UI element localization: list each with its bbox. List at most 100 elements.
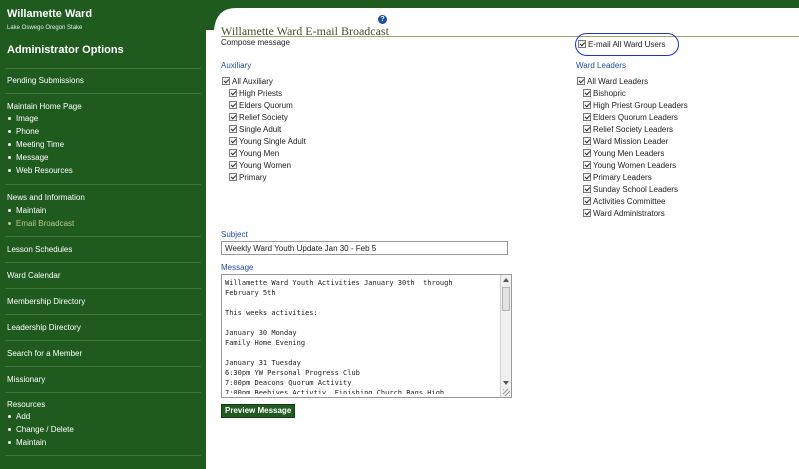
site-subtitle: Lake Oswego Oregon Stake — [7, 25, 83, 31]
preview-message-button[interactable]: Preview Message — [221, 404, 296, 418]
leaders-bishopric-checkbox[interactable]: Bishopric — [583, 88, 626, 98]
scroll-down-icon[interactable] — [503, 381, 509, 385]
sidebar-item-resources-change-delete[interactable]: Change / Delete — [7, 425, 74, 434]
leaders-ward-administrators-checkbox[interactable]: Ward Administrators — [583, 208, 665, 218]
sidebar-item-phone[interactable]: Phone — [7, 127, 39, 136]
aux-relief-society-checkbox[interactable]: Relief Society — [229, 112, 288, 122]
checkbox-checked-icon[interactable] — [583, 197, 591, 205]
leaders-activities-committee-checkbox[interactable]: Activities Committee — [583, 196, 665, 206]
sidebar-item-resources-maintain[interactable]: Maintain — [7, 438, 46, 447]
divider — [5, 236, 201, 237]
checkbox-checked-icon[interactable] — [583, 125, 591, 133]
checkbox-checked-icon[interactable] — [583, 89, 591, 97]
bullet-icon — [8, 142, 11, 146]
checkbox-checked-icon[interactable] — [578, 40, 586, 48]
sidebar: Willamette Ward Lake Oswego Oregon Stake… — [0, 0, 206, 469]
scroll-up-icon[interactable] — [503, 278, 509, 282]
checkbox-checked-icon[interactable] — [583, 113, 591, 121]
checkbox-checked-icon[interactable] — [229, 161, 237, 169]
checkbox-checked-icon[interactable] — [229, 173, 237, 181]
email-all-checkbox[interactable]: E-mail All Ward Users — [578, 39, 666, 49]
divider — [5, 184, 201, 185]
subject-label: Subject — [221, 230, 248, 239]
checkbox-checked-icon[interactable] — [577, 77, 585, 85]
bullet-icon — [8, 129, 11, 133]
aux-young-women-checkbox[interactable]: Young Women — [229, 160, 291, 170]
aux-elders-quorum-checkbox[interactable]: Elders Quorum — [229, 100, 293, 110]
divider — [5, 314, 201, 315]
sidebar-link-leadership-directory[interactable]: Leadership Directory — [7, 323, 81, 332]
aux-single-adult-checkbox[interactable]: Single Adult — [229, 124, 281, 134]
sidebar-link-ward-calendar[interactable]: Ward Calendar — [7, 271, 61, 280]
divider — [5, 262, 201, 263]
aux-primary-checkbox[interactable]: Primary — [229, 172, 267, 182]
resize-grip-icon[interactable] — [503, 389, 510, 396]
sidebar-link-maintain-home-page[interactable]: Maintain Home Page — [7, 102, 82, 111]
divider — [5, 455, 201, 456]
subject-input[interactable] — [221, 241, 508, 255]
top-bar — [206, 0, 799, 8]
leaders-sunday-school-checkbox[interactable]: Sunday School Leaders — [583, 184, 678, 194]
leaders-primary-checkbox[interactable]: Primary Leaders — [583, 172, 652, 182]
sidebar-link-membership-directory[interactable]: Membership Directory — [7, 297, 85, 306]
title-underline — [221, 36, 799, 37]
leaders-young-men-checkbox[interactable]: Young Men Leaders — [583, 148, 664, 158]
message-label: Message — [221, 263, 254, 272]
sidebar-link-pending-submissions[interactable]: Pending Submissions — [7, 76, 84, 85]
sidebar-link-resources[interactable]: Resources — [7, 400, 45, 409]
bullet-icon — [8, 116, 11, 120]
sidebar-link-news-and-information[interactable]: News and Information — [7, 193, 85, 202]
leaders-high-priest-group-checkbox[interactable]: High Priest Group Leaders — [583, 100, 688, 110]
aux-young-single-adult-checkbox[interactable]: Young Single Adult — [229, 136, 306, 146]
compose-label: Compose message — [221, 38, 290, 47]
checkbox-checked-icon[interactable] — [222, 77, 230, 85]
sidebar-item-image[interactable]: Image — [7, 114, 38, 123]
checkbox-checked-icon[interactable] — [583, 209, 591, 217]
sidebar-item-meeting-time[interactable]: Meeting Time — [7, 140, 64, 149]
help-icon[interactable]: ? — [378, 15, 387, 24]
bullet-icon — [8, 208, 11, 212]
leaders-relief-society-checkbox[interactable]: Relief Society Leaders — [583, 124, 673, 134]
sidebar-item-message[interactable]: Message — [7, 153, 48, 162]
divider — [5, 366, 201, 367]
checkbox-checked-icon[interactable] — [229, 113, 237, 121]
leaders-elders-quorum-checkbox[interactable]: Elders Quorum Leaders — [583, 112, 678, 122]
checkbox-checked-icon[interactable] — [229, 101, 237, 109]
message-textarea[interactable]: Willamette Ward Youth Activities January… — [221, 274, 512, 398]
aux-high-priests-checkbox[interactable]: High Priests — [229, 88, 282, 98]
leaders-ward-mission-checkbox[interactable]: Ward Mission Leader — [583, 136, 668, 146]
sidebar-link-missionary[interactable]: Missionary — [7, 375, 45, 384]
checkbox-checked-icon[interactable] — [583, 173, 591, 181]
bullet-icon — [8, 155, 11, 159]
leaders-all-checkbox[interactable]: All Ward Leaders — [577, 76, 648, 86]
sidebar-link-search-member[interactable]: Search for a Member — [7, 349, 82, 358]
admin-options-heading: Administrator Options — [7, 44, 124, 56]
checkbox-checked-icon[interactable] — [229, 149, 237, 157]
checkbox-checked-icon[interactable] — [583, 101, 591, 109]
checkbox-checked-icon[interactable] — [583, 185, 591, 193]
aux-all-checkbox[interactable]: All Auxiliary — [222, 76, 273, 86]
sidebar-item-news-maintain[interactable]: Maintain — [7, 206, 46, 215]
message-scrollbar[interactable] — [500, 275, 511, 397]
checkbox-checked-icon[interactable] — [583, 149, 591, 157]
bullet-icon — [8, 168, 11, 172]
checkbox-checked-icon[interactable] — [583, 161, 591, 169]
divider — [5, 68, 201, 69]
checkbox-checked-icon[interactable] — [229, 89, 237, 97]
site-title: Willamette Ward — [7, 8, 93, 20]
divider — [5, 392, 201, 393]
checkbox-checked-icon[interactable] — [229, 125, 237, 133]
sidebar-item-web-resources[interactable]: Web Resources — [7, 166, 73, 175]
sidebar-item-email-broadcast[interactable]: Email Broadcast — [7, 219, 74, 228]
bullet-icon — [8, 440, 11, 444]
checkbox-checked-icon[interactable] — [583, 137, 591, 145]
aux-young-men-checkbox[interactable]: Young Men — [229, 148, 279, 158]
bullet-icon — [8, 427, 11, 431]
sidebar-item-resources-add[interactable]: Add — [7, 412, 30, 421]
leaders-young-women-checkbox[interactable]: Young Women Leaders — [583, 160, 676, 170]
divider — [5, 93, 201, 94]
sidebar-link-lesson-schedules[interactable]: Lesson Schedules — [7, 245, 72, 254]
message-text[interactable]: Willamette Ward Youth Activities January… — [225, 278, 501, 394]
checkbox-checked-icon[interactable] — [229, 137, 237, 145]
scroll-thumb[interactable] — [502, 287, 510, 311]
